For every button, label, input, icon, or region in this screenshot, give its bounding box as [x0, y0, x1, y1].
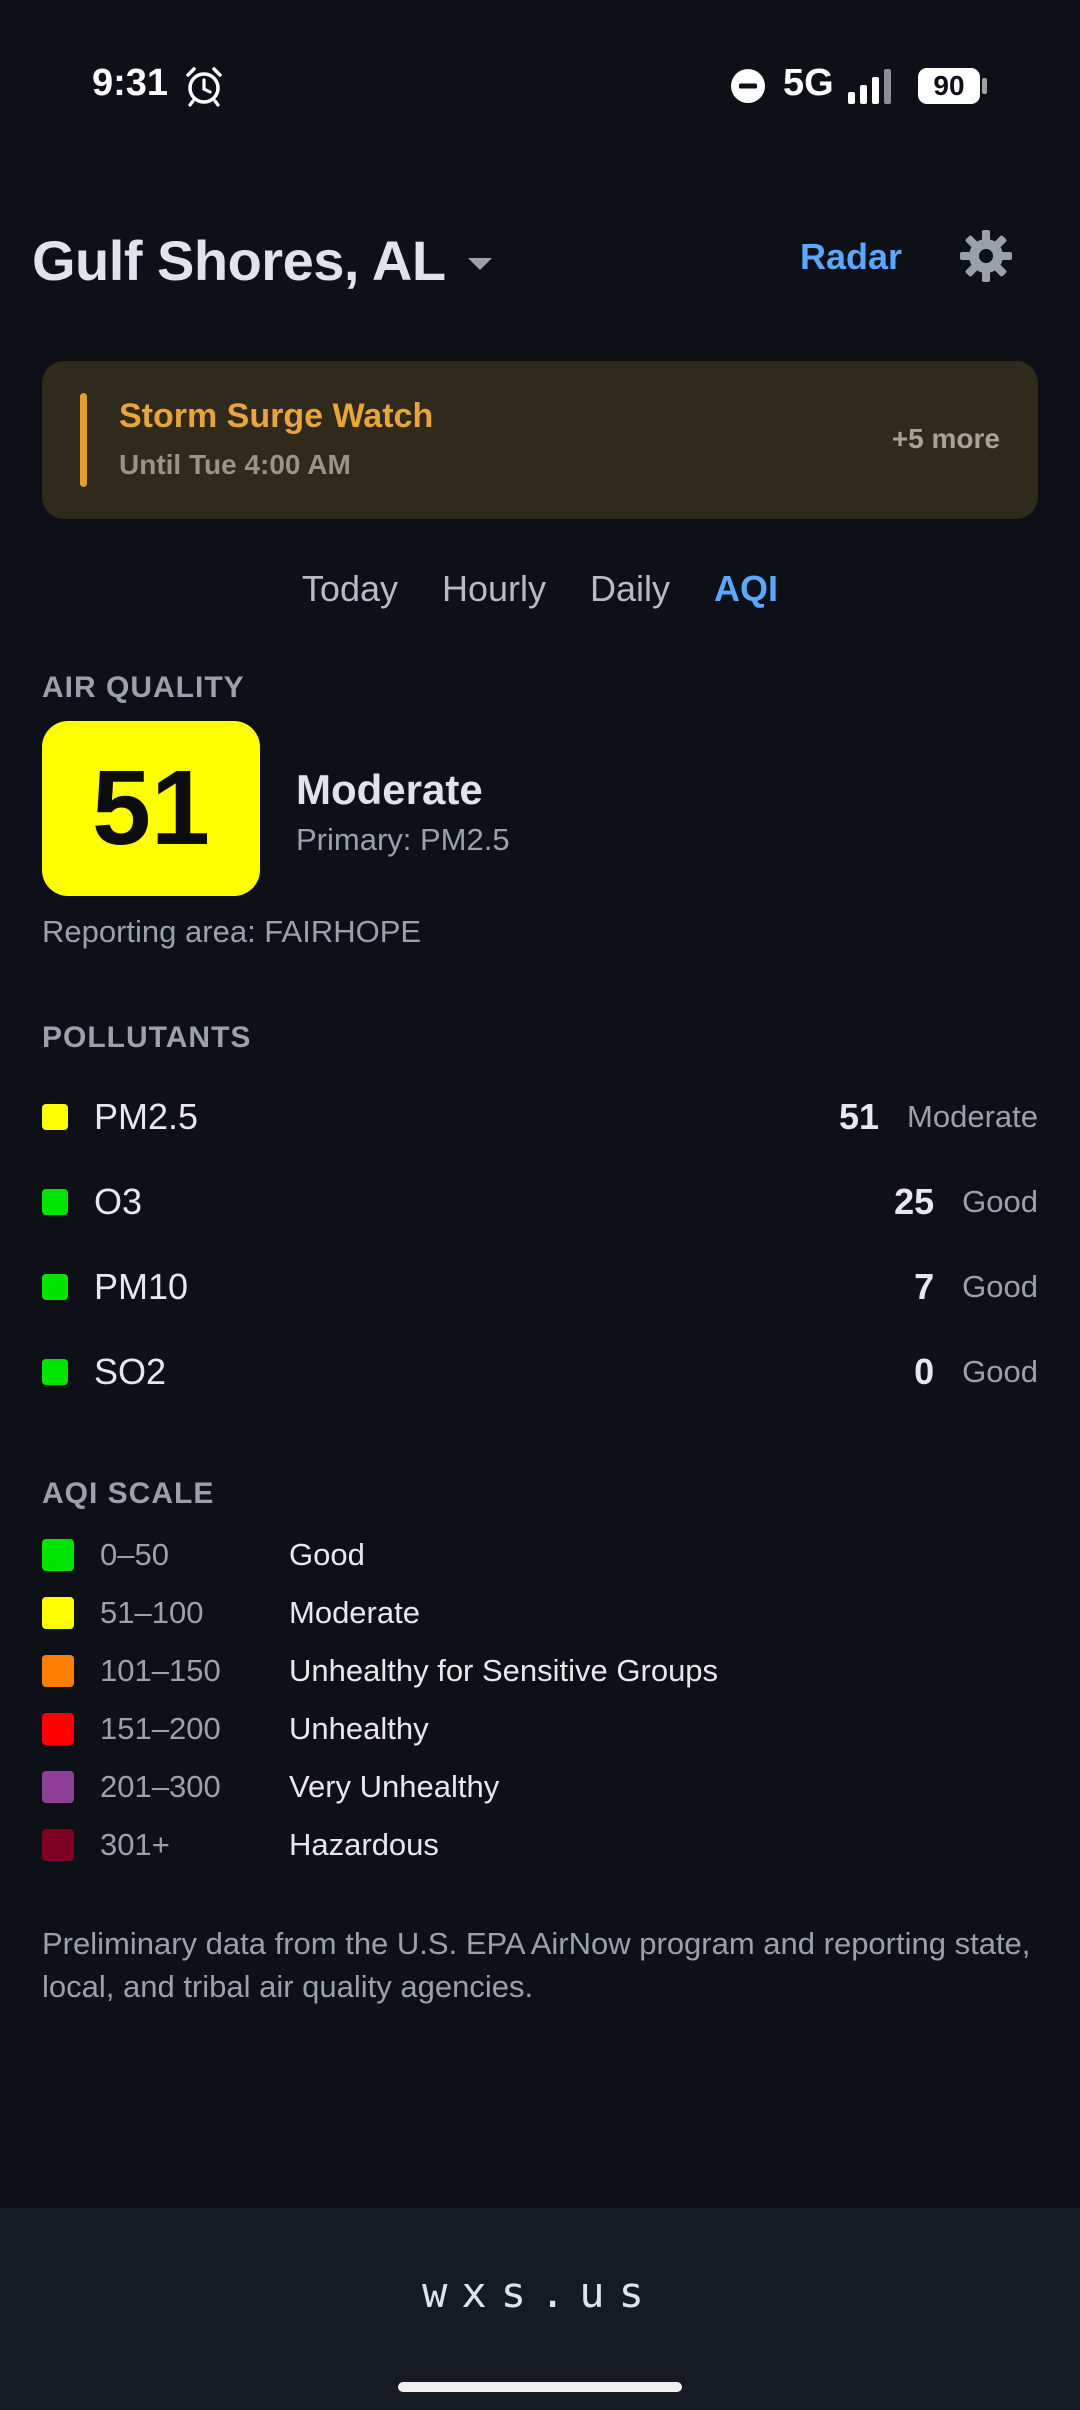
aqi-scale-list: 0–50 Good 51–100 Moderate 101–150 Unheal… — [42, 1526, 1038, 1874]
location-name: Gulf Shores, AL — [32, 229, 446, 292]
scale-row: 0–50 Good — [42, 1526, 1038, 1584]
radar-button[interactable]: Radar — [800, 236, 902, 278]
pollutant-color-swatch — [42, 1358, 68, 1385]
footer: wxs.us — [0, 2208, 1080, 2410]
pollutant-color-swatch — [42, 1188, 68, 1215]
scale-label: Good — [289, 1537, 365, 1572]
gear-icon[interactable] — [958, 228, 1014, 284]
aqi-value-badge: 51 — [42, 721, 260, 896]
alarm-icon — [186, 67, 222, 107]
pollutant-category: Good — [962, 1353, 1038, 1389]
scale-range: 201–300 — [100, 1769, 221, 1804]
aqi-category: Moderate — [296, 766, 483, 813]
scale-color-swatch — [42, 1597, 74, 1629]
pollutant-color-swatch — [42, 1103, 68, 1130]
tab-hourly[interactable]: Hourly — [442, 568, 546, 610]
tab-today[interactable]: Today — [302, 568, 398, 610]
battery-icon: 90 — [918, 68, 988, 104]
pollutant-value: 0 — [914, 1350, 935, 1392]
aqi-primary-pollutant: Primary: PM2.5 — [296, 822, 510, 857]
scale-range: 0–50 — [100, 1537, 169, 1572]
pollutant-row: O3 25 Good — [42, 1159, 1038, 1244]
scale-range: 51–100 — [100, 1595, 204, 1630]
signal-icon — [848, 69, 891, 104]
pollutant-name: O3 — [94, 1180, 143, 1222]
scale-color-swatch — [42, 1771, 74, 1803]
reporting-area: Reporting area: FAIRHOPE — [42, 914, 422, 949]
scale-row: 201–300 Very Unhealthy — [42, 1758, 1038, 1816]
footer-brand[interactable]: wxs.us — [0, 2268, 1080, 2317]
scale-row: 101–150 Unhealthy for Sensitive Groups — [42, 1642, 1038, 1700]
pollutant-list: PM2.5 51 Moderate O3 25 Good PM10 7 Good… — [42, 1074, 1038, 1414]
pollutant-row: PM10 7 Good — [42, 1244, 1038, 1329]
battery-level: 90 — [918, 68, 980, 104]
pollutant-value: 51 — [838, 1095, 880, 1137]
tab-aqi[interactable]: AQI — [714, 568, 778, 610]
scale-row: 151–200 Unhealthy — [42, 1700, 1038, 1758]
alert-banner[interactable]: Storm Surge Watch Until Tue 4:00 AM +5 m… — [42, 361, 1038, 519]
pollutant-row: PM2.5 51 Moderate — [42, 1074, 1038, 1159]
alert-accent-bar — [80, 393, 87, 487]
scale-range: 101–150 — [100, 1653, 221, 1688]
scale-label: Hazardous — [289, 1827, 439, 1862]
scale-label: Very Unhealthy — [289, 1769, 500, 1804]
data-source-disclaimer: Preliminary data from the U.S. EPA AirNo… — [42, 1926, 1031, 2004]
pollutant-color-swatch — [42, 1273, 68, 1300]
tab-bar: Today Hourly Daily AQI — [0, 568, 1080, 610]
pollutant-name: PM2.5 — [94, 1095, 199, 1137]
pollutant-category: Moderate — [907, 1098, 1038, 1134]
scale-range: 301+ — [100, 1827, 170, 1862]
header: Gulf Shores, AL Radar — [0, 200, 1080, 320]
pollutant-row: SO2 0 Good — [42, 1329, 1038, 1414]
dnd-icon — [731, 69, 765, 103]
air-quality-heading: AIR QUALITY — [42, 671, 245, 704]
alert-more-link[interactable]: +5 more — [892, 423, 1000, 455]
alert-title: Storm Surge Watch — [119, 397, 434, 435]
network-type: 5G — [783, 62, 834, 104]
scale-color-swatch — [42, 1539, 74, 1571]
status-bar: 9:31 5G 90 — [0, 0, 1080, 170]
pollutant-name: SO2 — [94, 1350, 167, 1392]
scale-color-swatch — [42, 1829, 74, 1861]
tab-daily[interactable]: Daily — [590, 568, 670, 610]
pollutant-category: Good — [962, 1268, 1038, 1304]
scale-color-swatch — [42, 1713, 74, 1745]
pollutant-name: PM10 — [94, 1265, 189, 1307]
status-time: 9:31 — [92, 62, 169, 104]
scale-range: 151–200 — [100, 1711, 221, 1746]
caret-down-icon — [467, 257, 492, 270]
battery-tip — [982, 78, 987, 94]
aqi-scale-heading: AQI SCALE — [42, 1477, 215, 1510]
scale-row: 301+ Hazardous — [42, 1816, 1038, 1874]
location-selector[interactable]: Gulf Shores, AL — [32, 228, 494, 293]
pollutant-value: 25 — [894, 1180, 935, 1222]
scale-label: Moderate — [289, 1595, 420, 1630]
pollutant-category: Good — [962, 1183, 1038, 1219]
pollutant-value: 7 — [914, 1265, 935, 1307]
pollutants-heading: POLLUTANTS — [42, 1021, 252, 1054]
scale-row: 51–100 Moderate — [42, 1584, 1038, 1642]
scale-label: Unhealthy — [289, 1711, 429, 1746]
home-indicator[interactable] — [398, 2382, 682, 2392]
scale-color-swatch — [42, 1655, 74, 1687]
alert-subtitle: Until Tue 4:00 AM — [119, 449, 351, 480]
scale-label: Unhealthy for Sensitive Groups — [289, 1653, 719, 1688]
